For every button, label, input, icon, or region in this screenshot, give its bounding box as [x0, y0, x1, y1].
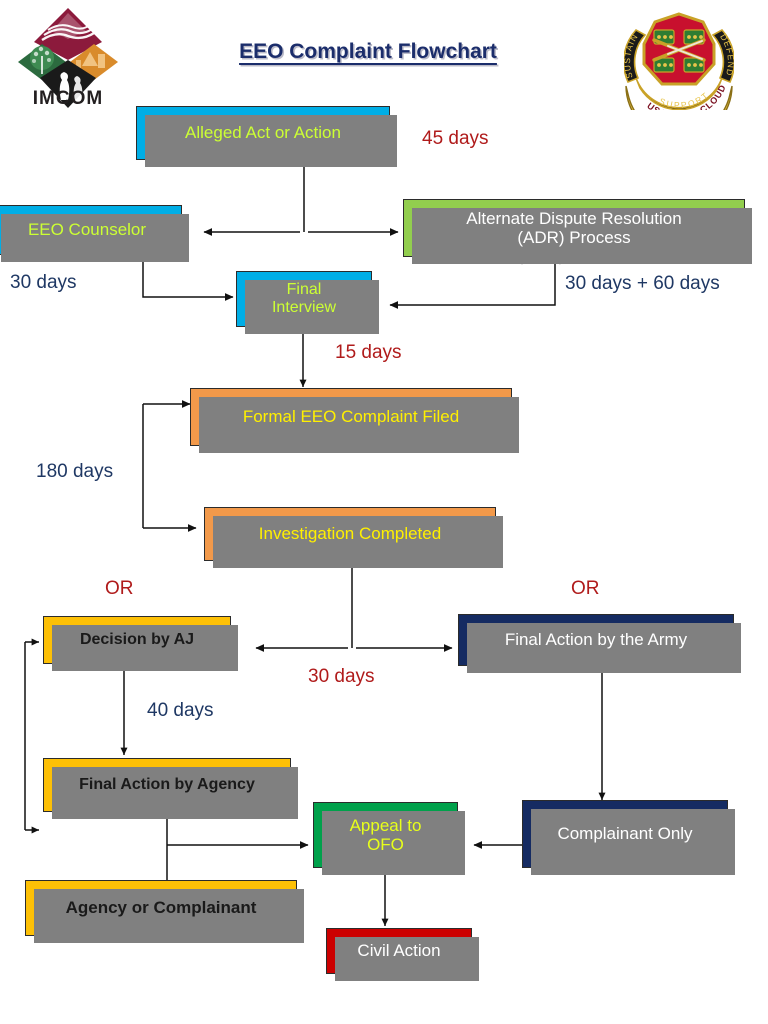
label-45-days: 45 days	[422, 128, 489, 149]
node-label: Agency or Complainant	[65, 898, 257, 918]
label-30-days-middle: 30 days	[308, 666, 375, 687]
crest-motto-sustain: SUSTAIN	[622, 32, 639, 80]
node-label-line1: Final	[286, 281, 322, 299]
node-label: Final Action by Agency	[79, 776, 255, 794]
crest-motto-defend: DEFEND	[718, 32, 735, 77]
node-decision-by-aj[interactable]: Decision by AJ	[43, 616, 238, 671]
label-40-days: 40 days	[147, 700, 214, 721]
node-label: Formal EEO Complaint Filed	[242, 407, 460, 427]
label-or-right: OR	[571, 578, 600, 599]
node-final-action-by-the-army[interactable]: Final Action by the Army	[458, 614, 741, 673]
node-label: Complainant Only	[557, 824, 693, 844]
node-label-line1: Alternate Dispute Resolution	[466, 208, 682, 228]
label-30-days-left: 30 days	[10, 272, 77, 293]
label-15-days: 15 days	[335, 342, 402, 363]
node-label-line2: OFO	[367, 835, 404, 854]
node-appeal-to-ofo[interactable]: Appeal to OFO	[313, 802, 465, 875]
node-final-interview[interactable]: Final Interview	[236, 271, 379, 334]
node-label: Final Action by the Army	[504, 630, 688, 650]
flowchart-canvas: IMCOM S AIN DE SUPPORT U CLOUD EEO Compl…	[0, 0, 768, 1024]
node-investigation-completed[interactable]: Investigation Completed	[204, 507, 503, 568]
node-formal-eeo-complaint-filed[interactable]: Formal EEO Complaint Filed	[190, 388, 519, 453]
usag-red-cloud-crest-icon: SUSTAIN DEFEND SUPPORT USAG-RED CLOUD	[622, 6, 736, 140]
label-180-days: 180 days	[36, 461, 114, 482]
node-label: Investigation Completed	[258, 524, 442, 544]
node-adr-process[interactable]: Alternate Dispute Resolution (ADR) Proce…	[403, 199, 752, 264]
node-final-action-by-agency[interactable]: Final Action by Agency	[43, 758, 298, 819]
node-label-line2: Interview	[271, 299, 337, 316]
svg-text:DEFEND: DEFEND	[718, 32, 734, 77]
label-30-plus-60-days: 30 days + 60 days	[565, 273, 720, 294]
node-alleged-act-or-action[interactable]: Alleged Act or Action	[136, 106, 397, 167]
node-label: Decision by AJ	[79, 631, 195, 649]
node-label: Civil Action	[357, 941, 441, 961]
node-label: Alleged Act or Action	[185, 123, 341, 143]
node-civil-action[interactable]: Civil Action	[326, 928, 479, 981]
node-eeo-counselor[interactable]: EEO Counselor	[0, 205, 189, 262]
label-or-left: OR	[105, 578, 134, 599]
node-complainant-only[interactable]: Complainant Only	[522, 800, 735, 875]
node-agency-or-complainant[interactable]: Agency or Complainant	[25, 880, 304, 943]
node-label-line2: (ADR) Process	[517, 228, 631, 247]
page-title: EEO Complaint Flowchart	[239, 40, 497, 63]
imcom-wordmark: IMCOM	[32, 88, 104, 109]
node-label: EEO Counselor	[27, 220, 147, 240]
node-label-line1: Appeal to	[349, 815, 422, 835]
svg-text:SUSTAIN: SUSTAIN	[624, 32, 640, 80]
